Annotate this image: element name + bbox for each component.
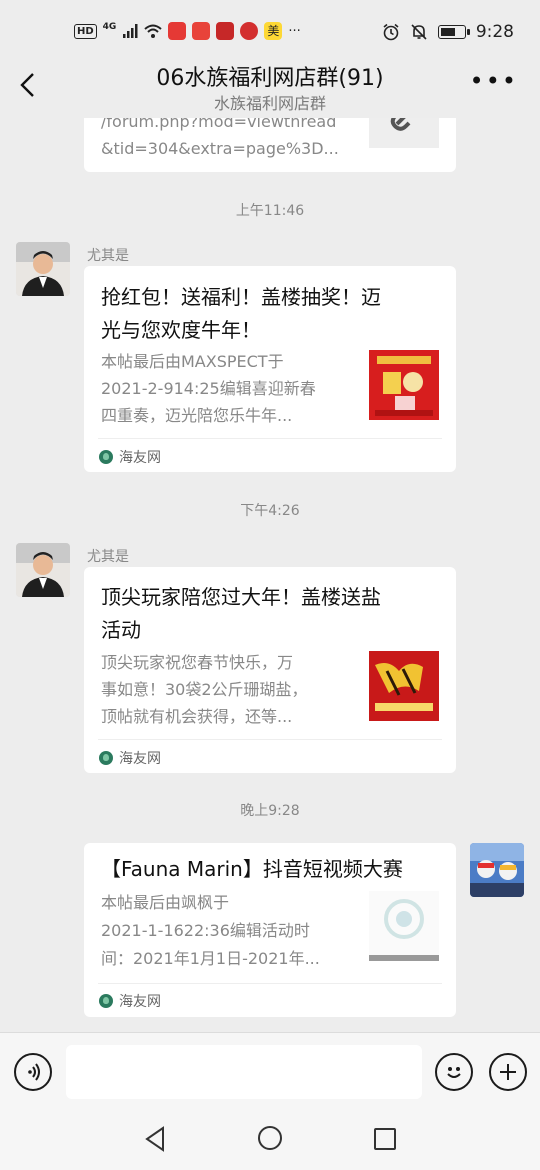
source-name: 海友网 — [119, 994, 161, 1010]
mute-bell-icon — [411, 24, 427, 40]
sender-name: 尤其是 — [87, 549, 129, 565]
status-bar-right: 9:28 — [382, 22, 514, 42]
article-thumbnail — [369, 891, 439, 961]
alarm-icon — [383, 23, 399, 41]
app-notification-icon — [240, 22, 259, 40]
article-title: 抢红包！送福利！盖楼抽奖！迈 — [101, 285, 381, 309]
article-title: 顶尖玩家陪您过大年！盖楼送盐 — [101, 585, 381, 609]
app-notification-icon — [192, 22, 211, 40]
article-summary: 本帖最后由飒枫于 — [101, 893, 230, 912]
signal-icon — [123, 24, 138, 38]
haiyou-logo-icon — [99, 450, 113, 464]
emoji-icon — [447, 1067, 461, 1078]
article-thumbnail — [369, 651, 439, 721]
article-summary: 本帖最后由MAXSPECT于 — [101, 352, 284, 371]
nav-back-icon[interactable] — [143, 1125, 167, 1153]
link-card-text: /forum.php?mod=viewthread — [101, 118, 337, 131]
network-type: 4G — [102, 22, 117, 32]
chat-header: 06水族福利网店群(91) 水族福利网店群 ••• — [0, 52, 540, 118]
article-summary: 四重奏，迈光陪您乐牛年... — [101, 406, 293, 425]
card-divider — [98, 739, 442, 740]
article-summary: 事如意！30袋2公斤珊瑚盐， — [101, 680, 308, 699]
article-source: 海友网 — [99, 447, 161, 467]
article-source: 海友网 — [99, 748, 161, 768]
link-icon — [390, 118, 411, 131]
app-notification-icon — [216, 22, 235, 40]
source-name: 海友网 — [119, 450, 161, 466]
timestamp: 上午11:46 — [235, 203, 305, 219]
link-card-text: &tid=304&extra=page%3D... — [101, 139, 339, 158]
article-title: 光与您欢度牛年！ — [101, 318, 261, 342]
sender-name: 尤其是 — [87, 248, 129, 264]
more-options-icon[interactable]: ••• — [470, 69, 518, 93]
article-source: 海友网 — [99, 991, 161, 1011]
link-card[interactable]: /forum.php?mod=viewthread &tid=304&extra… — [84, 118, 456, 172]
article-title: 活动 — [101, 618, 141, 642]
more-actions-button[interactable] — [489, 1053, 527, 1091]
hd-icon: HD — [74, 23, 97, 39]
chat-messages[interactable]: /forum.php?mod=viewthread &tid=304&extra… — [0, 118, 540, 1032]
avatar[interactable] — [16, 242, 70, 296]
status-bar-left: HD 4G 美 ··· — [74, 22, 301, 40]
chat-subtitle: 水族福利网店群 — [213, 94, 326, 113]
article-card[interactable]: 【Fauna Marin】抖音短视频大赛 本帖最后由飒枫于 2021-1-162… — [84, 843, 456, 1017]
haiyou-logo-icon — [99, 994, 113, 1008]
link-thumbnail — [369, 118, 439, 148]
timestamp: 晚上9:28 — [240, 803, 300, 819]
timestamp: 下午4:26 — [240, 503, 300, 519]
voice-icon — [28, 1063, 40, 1081]
message-input[interactable] — [66, 1045, 422, 1099]
plus-icon — [500, 1064, 516, 1080]
my-avatar[interactable] — [470, 843, 524, 897]
article-summary: 顶帖就有机会获得，还等... — [101, 707, 293, 726]
more-notifications-icon: ··· — [288, 23, 301, 39]
clock: 9:28 — [475, 22, 514, 42]
system-nav-bar — [0, 1112, 540, 1170]
voice-input-button[interactable] — [14, 1053, 52, 1091]
nav-recent-apps-icon[interactable] — [374, 1128, 396, 1150]
battery-icon — [437, 25, 470, 39]
article-summary: 间：2021年1月1日-2021年... — [101, 949, 320, 968]
article-summary: 2021-1-1622:36编辑活动时 — [101, 921, 310, 940]
article-summary: 2021-2-914:25编辑喜迎新春 — [101, 379, 316, 398]
input-bar — [0, 1032, 540, 1112]
card-divider — [98, 438, 442, 439]
article-summary: 顶尖玩家祝您春节快乐，万 — [101, 653, 294, 672]
article-card[interactable]: 顶尖玩家陪您过大年！盖楼送盐 活动 顶尖玩家祝您春节快乐，万 事如意！30袋2公… — [84, 567, 456, 773]
haiyou-logo-icon — [99, 751, 113, 765]
chat-title: 06水族福利网店群(91) — [156, 66, 384, 91]
article-card[interactable]: 抢红包！送福利！盖楼抽奖！迈 光与您欢度牛年！ 本帖最后由MAXSPECT于 2… — [84, 266, 456, 472]
app-notification-icon — [168, 22, 187, 40]
wifi-icon — [144, 24, 162, 38]
meituan-icon: 美 — [264, 22, 283, 40]
article-thumbnail — [369, 350, 439, 420]
source-name: 海友网 — [119, 751, 161, 767]
card-divider — [98, 983, 442, 984]
avatar[interactable] — [16, 543, 70, 597]
nav-home-icon[interactable] — [258, 1126, 282, 1150]
emoji-button[interactable] — [435, 1053, 473, 1091]
article-title: 【Fauna Marin】抖音短视频大赛 — [101, 857, 403, 881]
